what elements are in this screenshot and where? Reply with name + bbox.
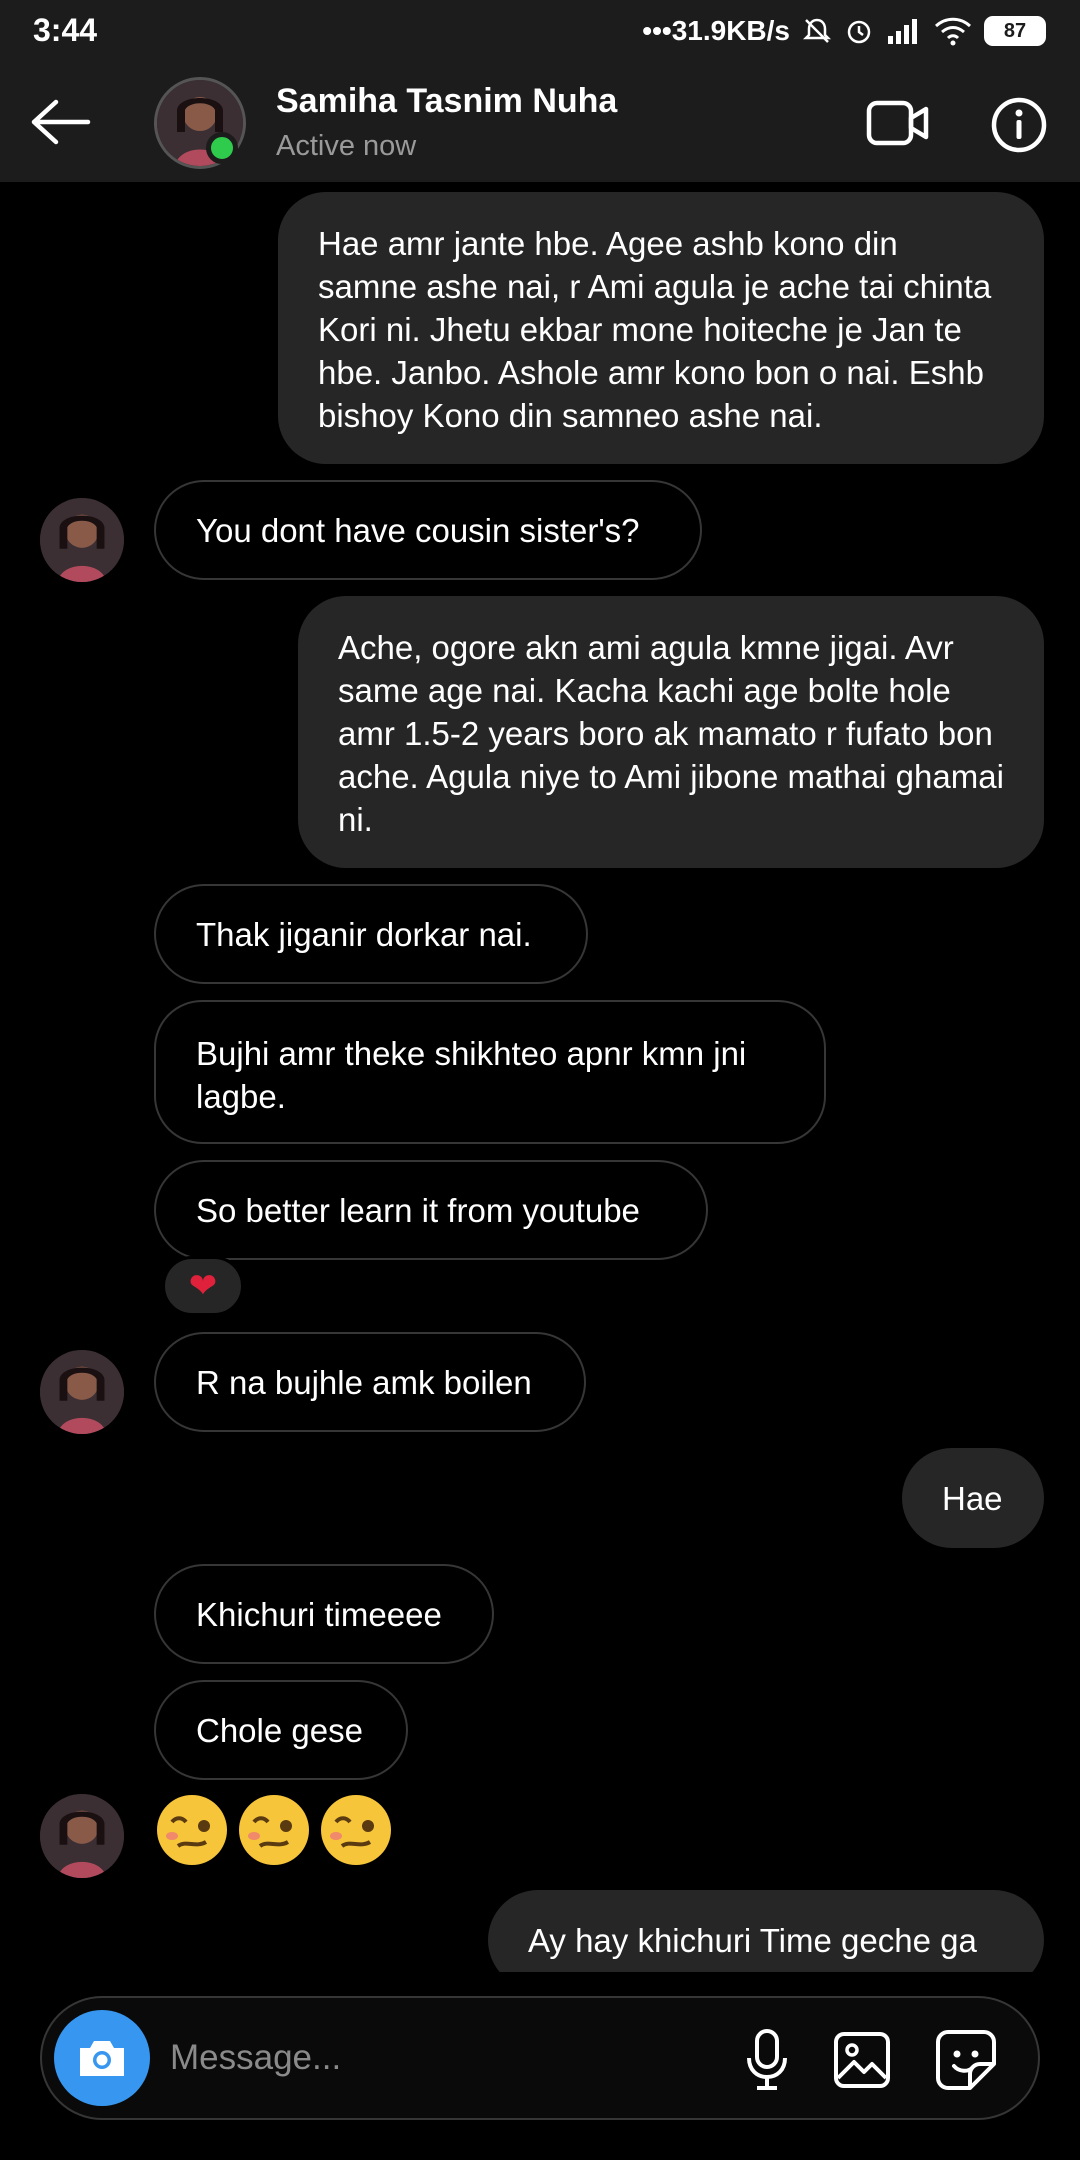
- message-text: Chole gese: [196, 1711, 363, 1749]
- camera-icon: [80, 2041, 124, 2076]
- heart-icon: ❤: [188, 1267, 218, 1305]
- message-bubble-incoming[interactable]: Khichuri timeeee: [154, 1564, 494, 1664]
- message-text: Hae: [942, 1479, 1003, 1517]
- message-list[interactable]: Hae amr jante hbe. Agee ashb kono din sa…: [0, 182, 1080, 1972]
- message-text: Bujhi amr theke shikhteo apnr kmn jni la…: [196, 1035, 747, 1115]
- message-text: You dont have cousin sister's?: [196, 511, 640, 549]
- info-button[interactable]: [990, 96, 1048, 154]
- microphone-icon: [747, 2029, 787, 2090]
- wifi-icon: [934, 16, 972, 46]
- message-bubble-incoming[interactable]: Bujhi amr theke shikhteo apnr kmn jni la…: [154, 1000, 826, 1144]
- emoji-message[interactable]: [154, 1792, 394, 1868]
- profile-photo: [40, 498, 124, 582]
- message-bubble-incoming[interactable]: R na bujhle amk boilen: [154, 1332, 586, 1432]
- message-text: Hae amr jante hbe. Agee ashb kono din sa…: [318, 225, 992, 434]
- camera-button[interactable]: [54, 2010, 150, 2106]
- heart-reaction[interactable]: ❤: [162, 1256, 244, 1316]
- message-text: Ache, ogore akn ami agula kmne jigai. Av…: [338, 629, 1004, 838]
- message-text: Thak jiganir dorkar nai.: [196, 915, 532, 953]
- woozy-face-icon: [239, 1795, 309, 1865]
- profile-photo: [40, 1794, 124, 1878]
- sender-avatar[interactable]: [40, 1794, 124, 1878]
- battery-icon: 87: [984, 16, 1046, 46]
- signal-icon: [886, 16, 922, 46]
- message-bubble-incoming[interactable]: Thak jiganir dorkar nai.: [154, 884, 588, 984]
- sender-avatar[interactable]: [40, 498, 124, 582]
- active-status: Active now: [276, 130, 417, 162]
- alarm-icon: [844, 16, 874, 46]
- online-indicator: [206, 132, 238, 164]
- woozy-face-icon: [321, 1795, 391, 1865]
- back-button[interactable]: [28, 92, 92, 152]
- info-icon: [991, 97, 1047, 153]
- woozy-face-icon: [157, 1795, 227, 1865]
- message-bubble-outgoing[interactable]: Ay hay khichuri Time geche ga: [488, 1890, 1044, 1972]
- contact-name[interactable]: Samiha Tasnim Nuha: [276, 82, 617, 121]
- arrow-left-icon: [31, 99, 91, 145]
- message-bubble-outgoing[interactable]: Hae: [902, 1448, 1044, 1548]
- message-text: So better learn it from youtube: [196, 1191, 640, 1229]
- message-composer: [40, 1996, 1040, 2120]
- bell-muted-icon: [802, 16, 832, 46]
- sticker-icon: [936, 2030, 996, 2090]
- status-icons: •••31.9KB/s 87: [642, 12, 1046, 50]
- voice-message-button[interactable]: [739, 2028, 795, 2092]
- message-bubble-incoming[interactable]: You dont have cousin sister's?: [154, 480, 702, 580]
- message-bubble-incoming[interactable]: Chole gese: [154, 1680, 408, 1780]
- video-camera-icon: [866, 100, 929, 146]
- message-bubble-incoming[interactable]: So better learn it from youtube: [154, 1160, 708, 1260]
- network-speed: •••31.9KB/s: [642, 15, 790, 46]
- status-time: 3:44: [33, 12, 98, 48]
- gallery-button[interactable]: [832, 2030, 892, 2090]
- image-icon: [834, 2032, 890, 2088]
- profile-photo: [40, 1350, 124, 1434]
- message-input[interactable]: [170, 2028, 690, 2088]
- video-call-button[interactable]: [866, 96, 930, 150]
- sticker-button[interactable]: [934, 2028, 998, 2092]
- message-text: Khichuri timeeee: [196, 1595, 442, 1633]
- message-text: Ay hay khichuri Time geche ga: [528, 1921, 977, 1959]
- message-bubble-outgoing[interactable]: Hae amr jante hbe. Agee ashb kono din sa…: [278, 192, 1044, 464]
- message-bubble-outgoing[interactable]: Ache, ogore akn ami agula kmne jigai. Av…: [298, 596, 1044, 868]
- message-text: R na bujhle amk boilen: [196, 1363, 532, 1401]
- chat-header: Samiha Tasnim Nuha Active now: [0, 62, 1080, 182]
- sender-avatar[interactable]: [40, 1350, 124, 1434]
- status-bar: 3:44 •••31.9KB/s 87: [0, 0, 1080, 62]
